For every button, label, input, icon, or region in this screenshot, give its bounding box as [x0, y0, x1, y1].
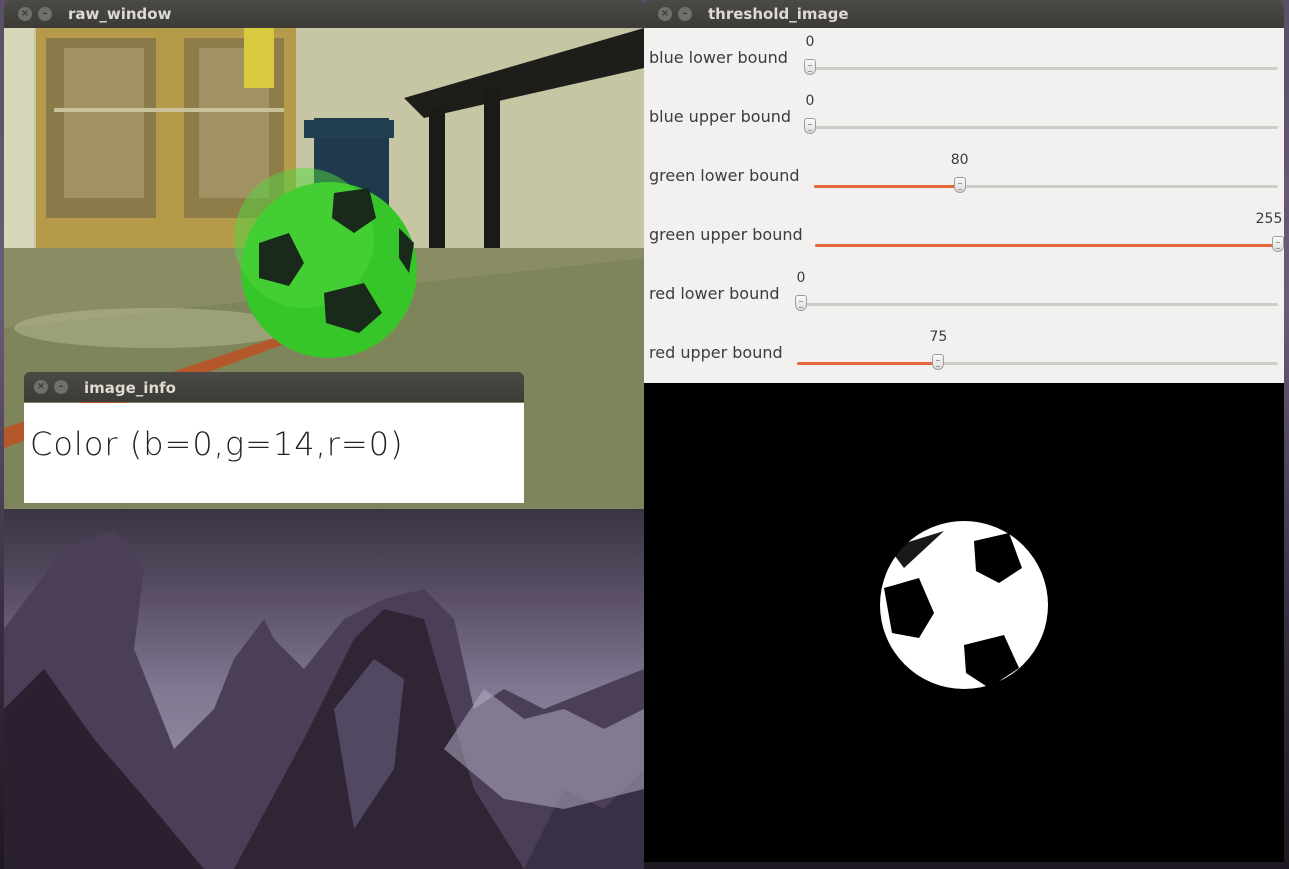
trackbar-row: green upper bound 255 — [644, 205, 1284, 264]
minimize-icon[interactable]: – — [38, 7, 52, 21]
trackbar-row: blue lower bound 0 — [644, 28, 1284, 87]
trackbar-thumb[interactable] — [804, 59, 816, 75]
trackbar-label: blue upper bound — [649, 107, 792, 126]
trackbar-thumb[interactable] — [1272, 236, 1284, 252]
threshold-window[interactable]: × – threshold_image blue lower bound 0 blu… — [644, 0, 1284, 862]
trackbar-fill — [815, 244, 1278, 247]
trackbar-thumb[interactable] — [932, 354, 945, 370]
trackbar-value: 75 — [929, 329, 948, 345]
image-info-titlebar[interactable]: × – image_info — [24, 372, 524, 402]
trackbar-track[interactable] — [814, 185, 1278, 188]
trackbar-label: blue lower bound — [649, 48, 788, 67]
desktop-wallpaper — [4, 509, 644, 869]
trackbar-row: green lower bound 80 — [644, 146, 1284, 205]
trackbar-thumb[interactable] — [795, 295, 807, 311]
trackbar-fill — [814, 185, 960, 188]
close-icon[interactable]: × — [34, 380, 48, 394]
minimize-icon[interactable]: – — [678, 7, 692, 21]
trackbar-thumb[interactable] — [953, 177, 966, 193]
trackbar-label: red upper bound — [649, 343, 783, 362]
close-icon[interactable]: × — [658, 7, 672, 21]
trackbar-value: 0 — [805, 34, 815, 50]
trackbar-row: red lower bound 0 — [644, 264, 1284, 323]
trackbar-value: 0 — [805, 93, 815, 109]
pixel-color-readout: Color (b=0,g=14,r=0) — [30, 425, 404, 463]
trackbar-value: 80 — [950, 152, 969, 168]
window-title: raw_window — [68, 5, 172, 23]
trackbar-value: 0 — [796, 270, 806, 286]
trackbar-track[interactable] — [815, 244, 1278, 247]
trackbar-value: 255 — [1255, 211, 1283, 227]
image-info-window[interactable]: × – image_info Color (b=0,g=14,r=0) — [24, 372, 524, 503]
trackbar-thumb[interactable] — [804, 118, 816, 134]
minimize-icon[interactable]: – — [54, 380, 68, 394]
trackbar-track[interactable] — [801, 303, 1278, 306]
close-icon[interactable]: × — [18, 7, 32, 21]
trackbar-row: red upper bound 75 — [644, 323, 1284, 382]
trackbar-label: red lower bound — [649, 284, 780, 303]
raw-window-titlebar[interactable]: × – raw_window — [4, 0, 644, 28]
trackbar-panel: blue lower bound 0 blue upper bound 0 green … — [644, 28, 1284, 383]
trackbar-row: blue upper bound 0 — [644, 87, 1284, 146]
mask-ball — [644, 383, 1284, 862]
threshold-mask-image — [644, 383, 1284, 862]
trackbar-track[interactable] — [797, 362, 1278, 365]
trackbar-fill — [797, 362, 939, 365]
window-title: threshold_image — [708, 5, 849, 23]
trackbar-track[interactable] — [810, 126, 1278, 129]
threshold-window-titlebar[interactable]: × – threshold_image — [644, 0, 1284, 28]
image-info-canvas: Color (b=0,g=14,r=0) — [24, 403, 524, 503]
trackbar-label: green lower bound — [649, 166, 800, 185]
window-title: image_info — [84, 379, 176, 397]
wallpaper-mountains — [4, 509, 644, 869]
trackbar-label: green upper bound — [649, 225, 803, 244]
trackbar-track[interactable] — [810, 67, 1278, 70]
